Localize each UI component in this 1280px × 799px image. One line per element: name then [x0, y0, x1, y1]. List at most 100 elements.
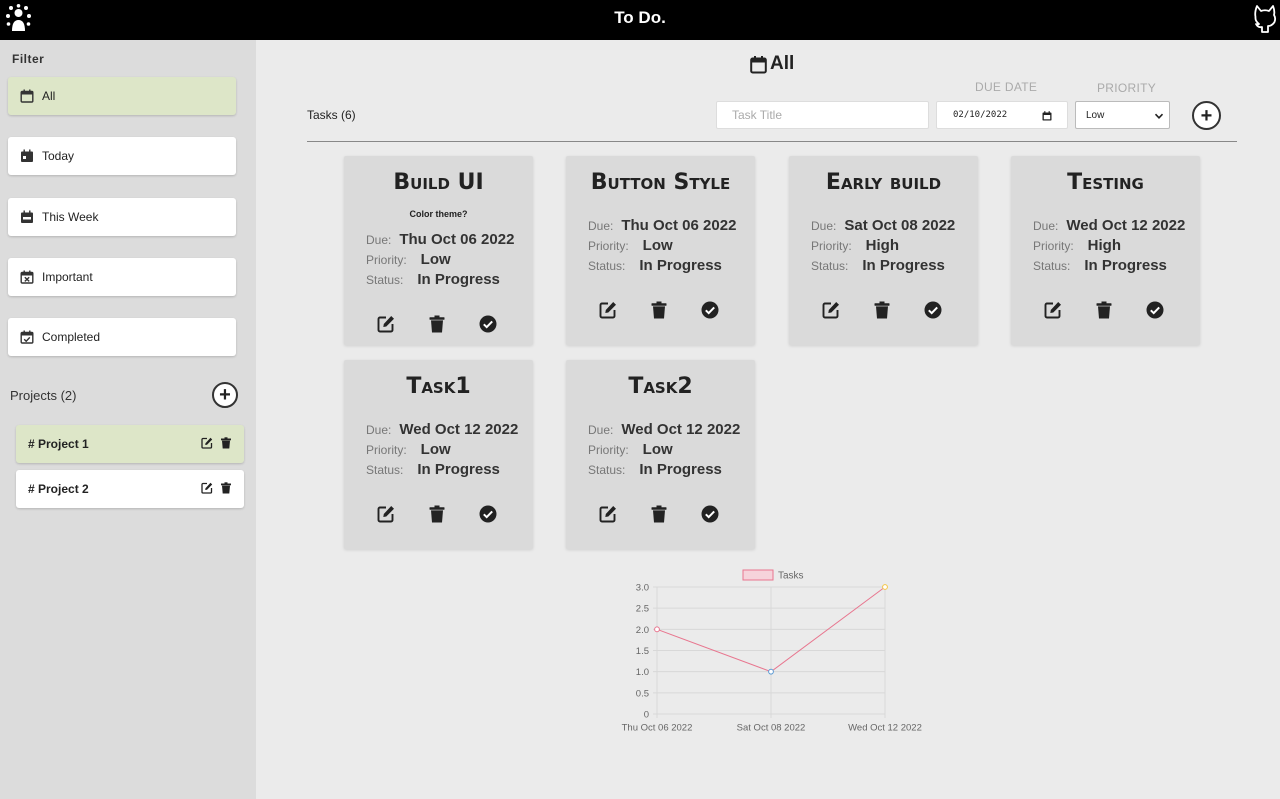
task-title-input[interactable] — [716, 101, 929, 129]
edit-icon[interactable] — [1044, 301, 1062, 319]
y-tick-label: 3.0 — [636, 583, 649, 594]
trash-icon[interactable] — [650, 301, 668, 319]
check-circle-icon[interactable] — [479, 505, 497, 523]
task-due: Thu Oct 06 2022 — [399, 231, 515, 248]
add-task-button[interactable]: + — [1192, 101, 1221, 130]
plus-icon: + — [1200, 104, 1213, 127]
check-circle-icon[interactable] — [924, 301, 942, 319]
edit-icon[interactable] — [599, 505, 617, 523]
task-card: Build UI Color theme? Due: Thu Oct 06 2022 P… — [344, 156, 533, 345]
calendar-x-icon — [20, 270, 34, 284]
trash-icon[interactable] — [873, 301, 891, 319]
project-item-2[interactable]: # Project 2 — [16, 470, 244, 508]
filter-today[interactable]: Today — [8, 137, 236, 175]
add-project-button[interactable]: + — [212, 382, 238, 408]
edit-icon[interactable] — [822, 301, 840, 319]
task-priority: Low — [642, 441, 673, 458]
project-label: # Project 2 — [28, 482, 89, 496]
page-title: All — [750, 53, 794, 75]
edit-icon[interactable] — [377, 315, 395, 333]
calendar-icon — [20, 89, 34, 103]
data-point — [882, 584, 888, 590]
filter-label: Completed — [42, 330, 101, 344]
calendar-check-icon — [20, 330, 34, 344]
due-date-label: DUE DATE — [975, 80, 1038, 94]
data-point — [768, 668, 774, 675]
task-priority: Low — [420, 251, 451, 268]
check-circle-icon[interactable] — [479, 315, 497, 333]
task-due: Wed Oct 12 2022 — [1066, 217, 1186, 234]
task-due: Wed Oct 12 2022 — [399, 421, 519, 438]
filter-completed[interactable]: Completed — [8, 318, 236, 356]
check-circle-icon[interactable] — [701, 505, 719, 523]
task-priority: Low — [420, 441, 451, 458]
trash-icon[interactable] — [428, 315, 446, 333]
task-title: Early build — [825, 170, 942, 195]
y-tick-label: 0.5 — [636, 688, 649, 699]
github-icon[interactable] — [1252, 3, 1278, 33]
check-circle-icon[interactable] — [1146, 301, 1164, 319]
due-date-input[interactable]: 02/10/2022 — [936, 101, 1068, 129]
edit-icon[interactable] — [377, 505, 395, 523]
task-card: Testing Due: Wed Oct 12 2022 Priority: High S… — [1011, 156, 1200, 345]
filter-this-week[interactable]: This Week — [8, 198, 236, 236]
task-title: Testing — [1067, 170, 1144, 195]
projects-heading: Projects (2) — [10, 388, 77, 403]
due-label: Due: — [1033, 219, 1059, 233]
task-card: Early build Due: Sat Oct 08 2022 Priority: H… — [789, 156, 978, 345]
filter-all[interactable]: All — [8, 77, 236, 115]
priority-label: Priority: — [366, 253, 407, 267]
task-due: Wed Oct 12 2022 — [621, 421, 741, 438]
data-point — [654, 626, 660, 633]
trash-icon[interactable] — [650, 505, 668, 523]
legend-swatch — [742, 569, 774, 581]
task-title: Task2 — [628, 374, 693, 399]
app-header: To Do. — [0, 0, 1280, 40]
task-card: Task2 Due: Wed Oct 12 2022 Priority: Low Stat… — [566, 360, 755, 549]
project-label: # Project 1 — [28, 437, 89, 451]
calendar-week-icon — [20, 210, 34, 224]
calendar-icon — [750, 55, 767, 74]
x-tick-label: Sat Oct 08 2022 — [737, 723, 806, 734]
filter-label: Important — [42, 270, 93, 284]
status-label: Status: — [588, 463, 626, 477]
plus-icon: + — [219, 384, 231, 406]
priority-label: PRIORITY — [1097, 81, 1157, 95]
filter-heading: Filter — [12, 52, 45, 66]
check-circle-icon[interactable] — [701, 301, 719, 319]
edit-icon[interactable] — [201, 482, 213, 494]
y-tick-label: 2.5 — [636, 604, 649, 615]
project-item-1[interactable]: # Project 1 — [16, 425, 244, 463]
trash-icon[interactable] — [1095, 301, 1113, 319]
task-card: Task1 Due: Wed Oct 12 2022 Priority: Low Stat… — [344, 360, 533, 549]
priority-label: Priority: — [366, 443, 407, 457]
priority-label: Priority: — [1033, 239, 1074, 253]
filter-label: Today — [42, 149, 75, 163]
trash-icon[interactable] — [428, 505, 446, 523]
divider — [307, 141, 1237, 142]
due-label: Due: — [366, 423, 392, 437]
due-label: Due: — [366, 233, 392, 247]
tasks-count: Tasks (6) — [307, 108, 356, 122]
edit-icon[interactable] — [599, 301, 617, 319]
priority-select-value: Low — [1086, 109, 1105, 121]
edit-icon[interactable] — [201, 437, 213, 449]
priority-select[interactable]: Low — [1075, 101, 1170, 129]
chevron-down-icon — [1154, 111, 1164, 121]
task-priority: High — [1087, 237, 1121, 254]
task-priority: High — [865, 237, 899, 254]
filter-important[interactable]: Important — [8, 258, 236, 296]
due-date-value: 02/10/2022 — [953, 110, 1008, 120]
priority-label: Priority: — [588, 443, 629, 457]
x-tick-label: Wed Oct 12 2022 — [848, 723, 922, 734]
trash-icon[interactable] — [220, 437, 232, 449]
calendar-picker-icon[interactable] — [1042, 111, 1052, 121]
status-label: Status: — [366, 273, 404, 287]
due-label: Due: — [588, 219, 614, 233]
page-title-text: All — [770, 53, 795, 74]
x-tick-label: Thu Oct 06 2022 — [622, 723, 693, 734]
trash-icon[interactable] — [220, 482, 232, 494]
y-tick-label: 2.0 — [636, 625, 649, 636]
filter-label: This Week — [42, 210, 99, 224]
priority-label: Priority: — [811, 239, 852, 253]
